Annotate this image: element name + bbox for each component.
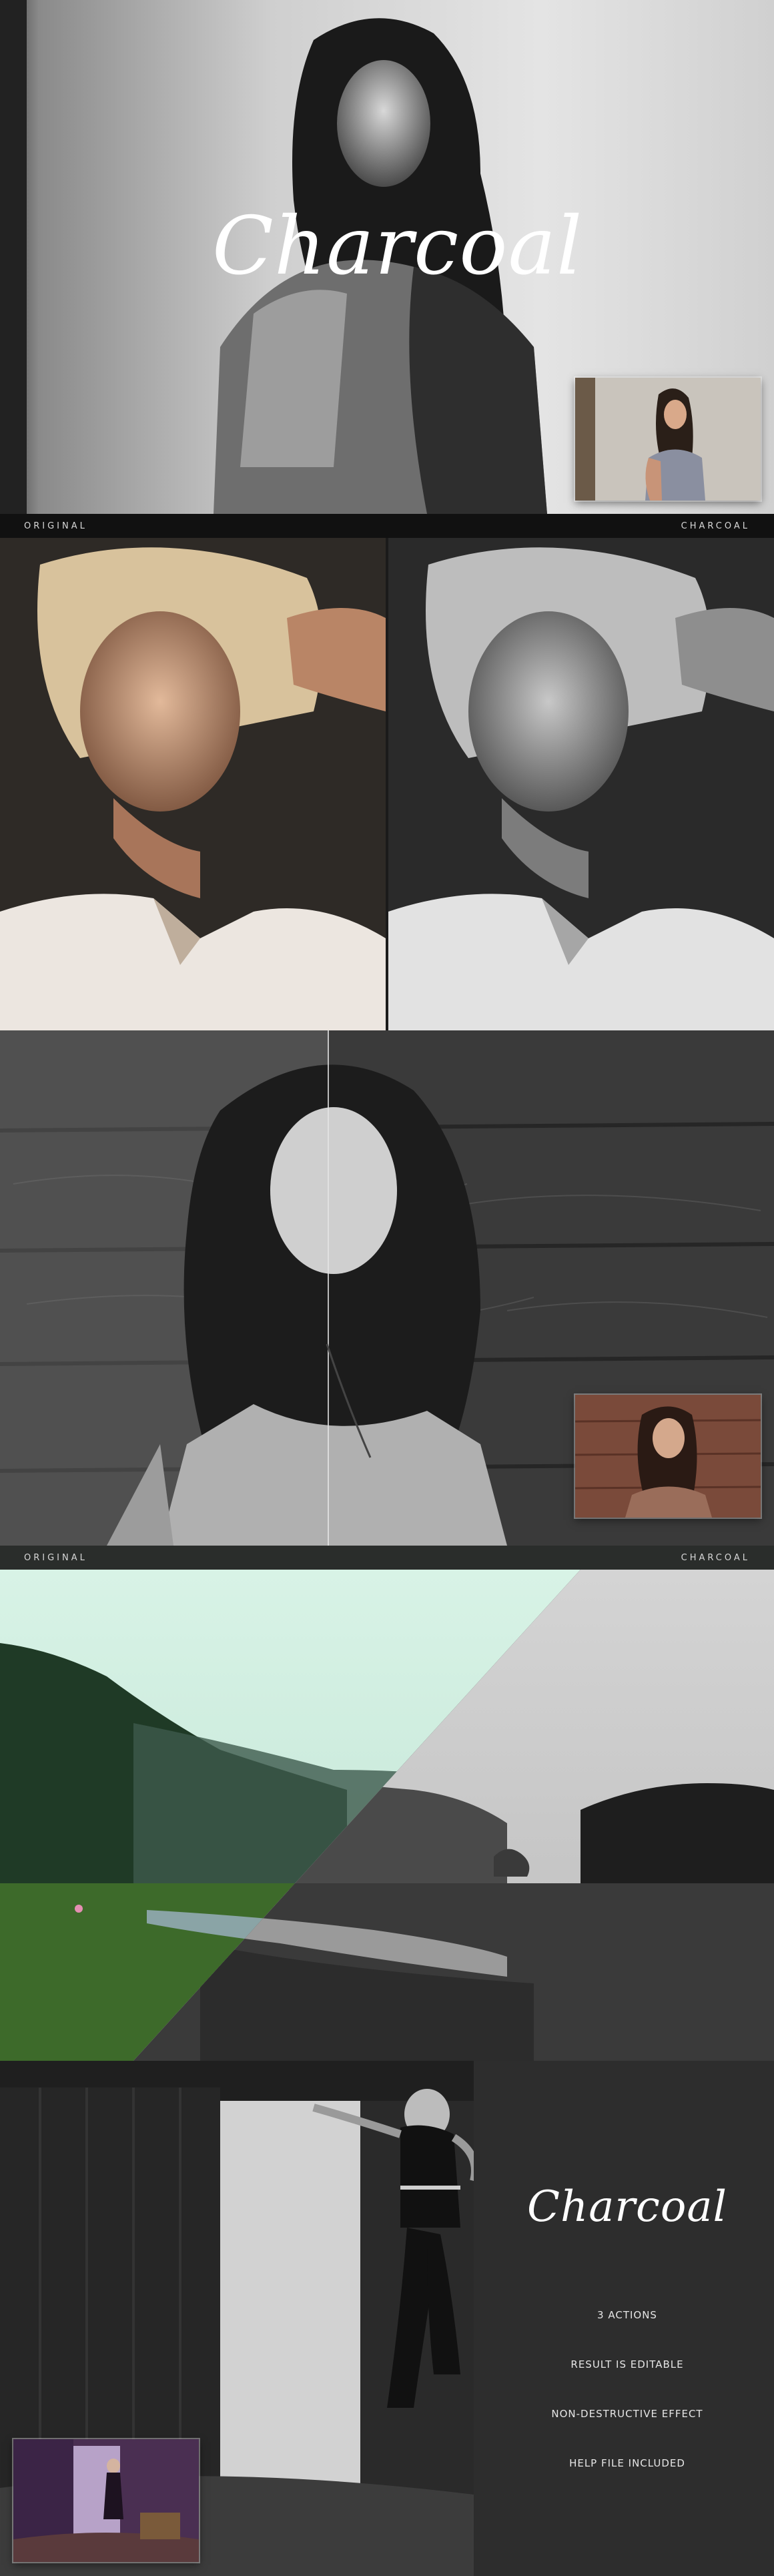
feature-item-actions: 3 ACTIONS	[597, 2309, 657, 2321]
charcoal-label: CHARCOAL	[681, 521, 750, 531]
portrait-comparison-panel	[0, 538, 774, 1030]
charcoal-preview-page: Charcoal ORIGINAL CHARCOAL ORIGINAL CHAR…	[0, 0, 774, 2576]
charcoal-label: CHARCOAL	[681, 1552, 750, 1563]
landscape-photo	[0, 1570, 774, 2061]
feature-list: 3 ACTIONS RESULT IS EDITABLE NON-DESTRUC…	[520, 2290, 734, 2488]
original-label: ORIGINAL	[24, 1552, 87, 1563]
split-portrait-panel	[0, 1030, 774, 1546]
landscape-comparison-panel	[0, 1570, 774, 2061]
split-portrait-original-thumbnail	[575, 1395, 761, 1518]
comparison-label-bar-landscape: ORIGINAL CHARCOAL	[0, 1546, 774, 1570]
comparison-label-bar-portrait: ORIGINAL CHARCOAL	[0, 514, 774, 538]
charcoal-portrait-photo	[388, 538, 774, 1030]
hero-panel: Charcoal	[0, 0, 774, 514]
promo-original-thumbnail	[13, 2439, 199, 2562]
original-portrait-photo	[0, 538, 386, 1030]
feature-item-editable: RESULT IS EDITABLE	[570, 2358, 684, 2370]
hero-original-thumbnail	[575, 378, 761, 501]
feature-item-help-file: HELP FILE INCLUDED	[569, 2457, 685, 2469]
hero-title: Charcoal	[212, 200, 583, 293]
original-label: ORIGINAL	[24, 521, 87, 531]
feature-item-non-destructive: NON-DESTRUCTIVE EFFECT	[551, 2408, 703, 2420]
promo-title: Charcoal	[527, 2182, 727, 2232]
